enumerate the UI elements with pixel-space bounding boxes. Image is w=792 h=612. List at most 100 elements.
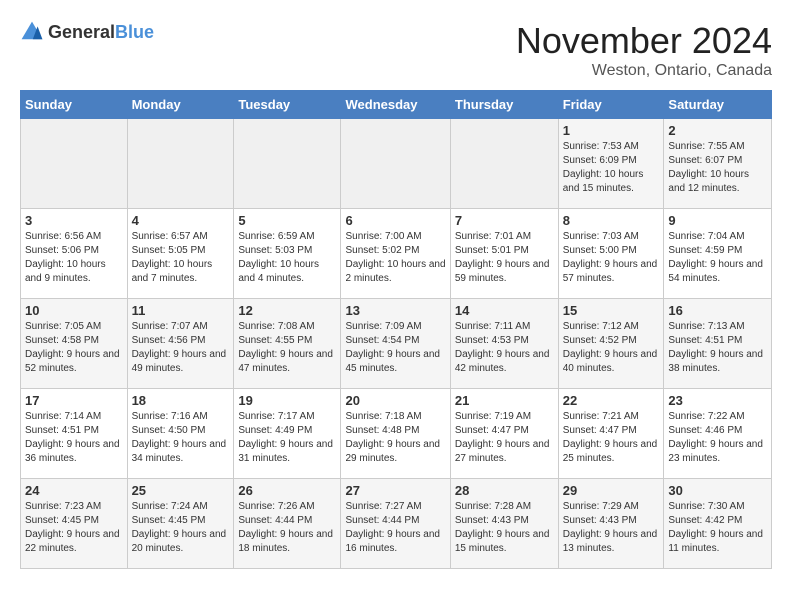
day-number: 28 [455,483,554,498]
calendar-cell: 30Sunrise: 7:30 AM Sunset: 4:42 PM Dayli… [664,479,772,569]
day-number: 19 [238,393,336,408]
weekday-header: Tuesday [234,91,341,119]
day-info: Sunrise: 7:08 AM Sunset: 4:55 PM Dayligh… [238,320,336,376]
day-number: 18 [132,393,230,408]
day-info: Sunrise: 7:07 AM Sunset: 4:56 PM Dayligh… [132,320,230,376]
calendar-cell: 22 Sunrise: 7:21 AM Sunset: 4:47 PM Dayli… [558,389,664,479]
day-number: 8 [563,213,660,228]
day-info: Sunrise: 7:29 AM Sunset: 4:43 PM Dayligh… [563,500,660,556]
day-number: 16 [668,303,767,318]
day-info: Sunrise: 7:14 AM Sunset: 4:51 PM Dayligh… [25,410,123,466]
day-info: Sunrise: 6:56 AM Sunset: 5:06 PM Dayligh… [25,230,123,286]
weekday-row: SundayMondayTuesdayWednesdayThursdayFrid… [21,91,772,119]
day-info: Sunrise: 7:17 AM Sunset: 4:49 PM Dayligh… [238,410,336,466]
day-info: Sunrise: 7:24 AM Sunset: 4:45 PM Dayligh… [132,500,230,556]
day-info: Sunrise: 7:05 AM Sunset: 4:58 PM Dayligh… [25,320,123,376]
calendar-cell: 27 Sunrise: 7:27 AM Sunset: 4:44 PM Dayli… [341,479,450,569]
logo: GeneralBlue [20,20,154,44]
day-number: 22 [563,393,660,408]
calendar-week-row: 3Sunrise: 6:56 AM Sunset: 5:06 PM Daylig… [21,209,772,299]
day-info: Sunrise: 7:26 AM Sunset: 4:44 PM Dayligh… [238,500,336,556]
calendar-cell: 1Sunrise: 7:53 AM Sunset: 6:09 PM Daylig… [558,119,664,209]
day-info: Sunrise: 7:16 AM Sunset: 4:50 PM Dayligh… [132,410,230,466]
day-number: 17 [25,393,123,408]
calendar-week-row: 10 Sunrise: 7:05 AM Sunset: 4:58 PM Dayli… [21,299,772,389]
day-info: Sunrise: 7:11 AM Sunset: 4:53 PM Dayligh… [455,320,554,376]
day-info: Sunrise: 7:21 AM Sunset: 4:47 PM Dayligh… [563,410,660,466]
calendar-cell: 12 Sunrise: 7:08 AM Sunset: 4:55 PM Dayli… [234,299,341,389]
day-number: 23 [668,393,767,408]
location-title: Weston, Ontario, Canada [516,62,772,80]
weekday-header: Friday [558,91,664,119]
calendar-week-row: 1Sunrise: 7:53 AM Sunset: 6:09 PM Daylig… [21,119,772,209]
day-number: 27 [345,483,445,498]
day-number: 12 [238,303,336,318]
calendar-cell: 16 Sunrise: 7:13 AM Sunset: 4:51 PM Dayli… [664,299,772,389]
day-number: 13 [345,303,445,318]
day-info: Sunrise: 7:27 AM Sunset: 4:44 PM Dayligh… [345,500,445,556]
header: GeneralBlue November 2024 Weston, Ontari… [20,20,772,80]
calendar-table: SundayMondayTuesdayWednesdayThursdayFrid… [20,90,772,569]
day-info: Sunrise: 7:23 AM Sunset: 4:45 PM Dayligh… [25,500,123,556]
day-info: Sunrise: 6:57 AM Sunset: 5:05 PM Dayligh… [132,230,230,286]
calendar-cell: 7 Sunrise: 7:01 AM Sunset: 5:01 PM Daylig… [450,209,558,299]
calendar-cell: 15Sunrise: 7:12 AM Sunset: 4:52 PM Dayli… [558,299,664,389]
logo-blue: Blue [115,22,154,42]
day-number: 25 [132,483,230,498]
day-info: Sunrise: 7:01 AM Sunset: 5:01 PM Dayligh… [455,230,554,286]
title-area: November 2024 Weston, Ontario, Canada [516,20,772,80]
weekday-header: Wednesday [341,91,450,119]
day-number: 7 [455,213,554,228]
calendar-cell: 25 Sunrise: 7:24 AM Sunset: 4:45 PM Dayli… [127,479,234,569]
day-info: Sunrise: 7:13 AM Sunset: 4:51 PM Dayligh… [668,320,767,376]
day-number: 11 [132,303,230,318]
calendar-cell: 8Sunrise: 7:03 AM Sunset: 5:00 PM Daylig… [558,209,664,299]
day-info: Sunrise: 7:19 AM Sunset: 4:47 PM Dayligh… [455,410,554,466]
weekday-header: Saturday [664,91,772,119]
day-info: Sunrise: 7:55 AM Sunset: 6:07 PM Dayligh… [668,140,767,196]
calendar-cell [127,119,234,209]
day-info: Sunrise: 7:28 AM Sunset: 4:43 PM Dayligh… [455,500,554,556]
weekday-header: Sunday [21,91,128,119]
day-number: 14 [455,303,554,318]
day-number: 29 [563,483,660,498]
calendar-cell: 24 Sunrise: 7:23 AM Sunset: 4:45 PM Dayli… [21,479,128,569]
calendar-cell: 29 Sunrise: 7:29 AM Sunset: 4:43 PM Dayli… [558,479,664,569]
calendar-cell: 10 Sunrise: 7:05 AM Sunset: 4:58 PM Dayli… [21,299,128,389]
calendar-cell: 28 Sunrise: 7:28 AM Sunset: 4:43 PM Dayli… [450,479,558,569]
calendar-cell: 2 Sunrise: 7:55 AM Sunset: 6:07 PM Daylig… [664,119,772,209]
calendar-cell: 21 Sunrise: 7:19 AM Sunset: 4:47 PM Dayli… [450,389,558,479]
calendar-cell: 19 Sunrise: 7:17 AM Sunset: 4:49 PM Dayli… [234,389,341,479]
calendar-cell [234,119,341,209]
calendar-cell: 26 Sunrise: 7:26 AM Sunset: 4:44 PM Dayli… [234,479,341,569]
weekday-header: Monday [127,91,234,119]
day-info: Sunrise: 7:04 AM Sunset: 4:59 PM Dayligh… [668,230,767,286]
day-info: Sunrise: 6:59 AM Sunset: 5:03 PM Dayligh… [238,230,336,286]
calendar-cell: 18 Sunrise: 7:16 AM Sunset: 4:50 PM Dayli… [127,389,234,479]
day-number: 24 [25,483,123,498]
day-number: 21 [455,393,554,408]
weekday-header: Thursday [450,91,558,119]
day-number: 26 [238,483,336,498]
calendar-cell [21,119,128,209]
calendar-cell: 13 Sunrise: 7:09 AM Sunset: 4:54 PM Dayli… [341,299,450,389]
calendar-cell [341,119,450,209]
day-number: 10 [25,303,123,318]
day-info: Sunrise: 7:18 AM Sunset: 4:48 PM Dayligh… [345,410,445,466]
calendar-header: SundayMondayTuesdayWednesdayThursdayFrid… [21,91,772,119]
logo-icon [20,20,44,44]
day-info: Sunrise: 7:09 AM Sunset: 4:54 PM Dayligh… [345,320,445,376]
calendar-cell: 11 Sunrise: 7:07 AM Sunset: 4:56 PM Dayli… [127,299,234,389]
calendar-cell: 23 Sunrise: 7:22 AM Sunset: 4:46 PM Dayli… [664,389,772,479]
logo-general: General [48,22,115,42]
day-number: 20 [345,393,445,408]
calendar-cell [450,119,558,209]
day-info: Sunrise: 7:22 AM Sunset: 4:46 PM Dayligh… [668,410,767,466]
day-number: 9 [668,213,767,228]
day-info: Sunrise: 7:12 AM Sunset: 4:52 PM Dayligh… [563,320,660,376]
day-number: 30 [668,483,767,498]
day-number: 1 [563,123,660,138]
calendar-cell: 9 Sunrise: 7:04 AM Sunset: 4:59 PM Daylig… [664,209,772,299]
calendar-cell: 4Sunrise: 6:57 AM Sunset: 5:05 PM Daylig… [127,209,234,299]
day-number: 2 [668,123,767,138]
